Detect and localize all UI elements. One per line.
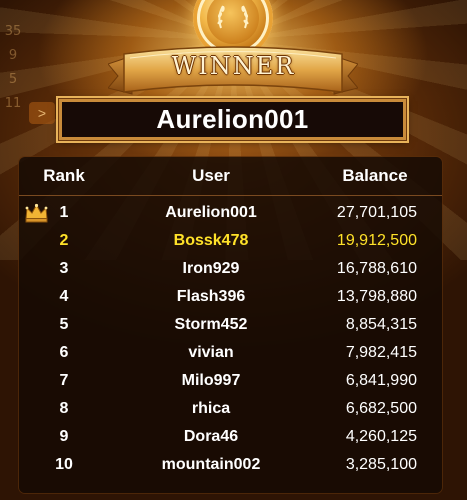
leaderboard-row: 5 Storm452 8,854,315 bbox=[19, 311, 442, 339]
leaderboard-row: 1 Aurelion001 27,701,105 bbox=[19, 199, 442, 227]
background-digit: 11 bbox=[4, 96, 22, 111]
row-user: Flash396 bbox=[176, 288, 246, 305]
row-rank: 10 bbox=[55, 456, 73, 473]
column-header-user: User bbox=[192, 166, 230, 185]
column-header-balance: Balance bbox=[342, 166, 408, 185]
header-divider bbox=[19, 195, 442, 196]
row-rank: 8 bbox=[59, 400, 69, 417]
row-balance: 16,788,610 bbox=[336, 260, 417, 277]
row-balance: 19,912,500 bbox=[336, 232, 417, 249]
leaderboard-row: 4 Flash396 13,798,880 bbox=[19, 283, 442, 311]
leaderboard-row: 9 Dora46 4,260,125 bbox=[19, 423, 442, 451]
row-balance: 27,701,105 bbox=[336, 204, 417, 221]
leaderboard-row: 7 Milo997 6,841,990 bbox=[19, 367, 442, 395]
row-rank: 2 bbox=[59, 232, 69, 249]
row-user: Aurelion001 bbox=[165, 204, 257, 221]
background-digit: 35 bbox=[4, 24, 22, 39]
row-rank: 1 bbox=[59, 204, 69, 221]
winner-name: Aurelion001 bbox=[156, 104, 309, 134]
leaderboard-row: 10 mountain002 3,285,100 bbox=[19, 451, 442, 479]
row-balance: 13,798,880 bbox=[336, 288, 417, 305]
row-rank: 3 bbox=[59, 260, 69, 277]
leaderboard-panel: Rank User Balance 1 Aurelion001 27,701,1… bbox=[19, 157, 442, 493]
row-rank: 6 bbox=[59, 344, 69, 361]
row-user: mountain002 bbox=[161, 456, 261, 473]
background-arrow-icon: > bbox=[29, 102, 55, 124]
row-rank: 4 bbox=[59, 288, 69, 305]
winner-name-box: Aurelion001 bbox=[59, 99, 406, 140]
leaderboard-row-current-user: 2 Bossk478 19,912,500 bbox=[19, 227, 442, 255]
row-user: Iron929 bbox=[182, 260, 240, 277]
row-user: rhica bbox=[191, 400, 231, 417]
row-balance: 6,841,990 bbox=[345, 372, 417, 389]
winner-title: WINNER bbox=[171, 52, 296, 80]
row-balance: 4,260,125 bbox=[345, 428, 417, 445]
row-balance: 8,854,315 bbox=[345, 316, 417, 333]
laurel-icon bbox=[217, 5, 249, 29]
row-user: Storm452 bbox=[174, 316, 248, 333]
row-user: Bossk478 bbox=[173, 232, 249, 249]
row-rank: 5 bbox=[59, 316, 69, 333]
row-balance: 3,285,100 bbox=[345, 456, 417, 473]
row-balance: 7,982,415 bbox=[345, 344, 417, 361]
row-user: vivian bbox=[188, 344, 234, 361]
column-header-rank: Rank bbox=[43, 166, 85, 185]
row-user: Milo997 bbox=[181, 372, 241, 389]
row-user: Dora46 bbox=[183, 428, 239, 445]
row-rank: 7 bbox=[59, 372, 69, 389]
leaderboard-row: 8 rhica 6,682,500 bbox=[19, 395, 442, 423]
leaderboard-row: 3 Iron929 16,788,610 bbox=[19, 255, 442, 283]
medal-face bbox=[207, 0, 259, 44]
leaderboard-row: 6 vivian 7,982,415 bbox=[19, 339, 442, 367]
row-rank: 9 bbox=[59, 428, 69, 445]
row-balance: 6,682,500 bbox=[345, 400, 417, 417]
